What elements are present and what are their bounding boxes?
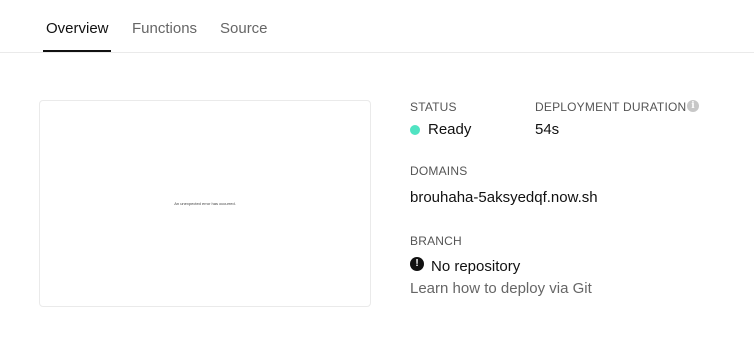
- tab-overview[interactable]: Overview: [46, 19, 109, 39]
- deployment-duration-label: DEPLOYMENT DURATION: [535, 100, 687, 114]
- branch-value: No repository: [431, 258, 521, 275]
- deploy-via-git-link[interactable]: Learn how to deploy via Git: [410, 280, 592, 298]
- tab-functions[interactable]: Functions: [132, 19, 197, 39]
- preview-error-message: An unexpected error has occurred.: [174, 201, 236, 206]
- alert-icon: !: [410, 257, 424, 271]
- branch-label: BRANCH: [410, 234, 462, 248]
- status-indicator-icon: [410, 125, 420, 135]
- domain-link[interactable]: brouhaha-5aksyedqf.now.sh: [410, 189, 598, 207]
- domains-label: DOMAINS: [410, 164, 468, 178]
- status-value: Ready: [428, 121, 472, 138]
- info-icon[interactable]: i: [687, 100, 699, 112]
- deployment-preview[interactable]: An unexpected error has occurred.: [39, 100, 371, 307]
- active-tab-indicator: [43, 50, 111, 52]
- status-label: STATUS: [410, 100, 457, 114]
- deployment-overview-page: Overview Functions Source An unexpected …: [0, 0, 754, 340]
- deployment-duration-value: 54s: [535, 121, 560, 138]
- tab-bar: Overview Functions Source: [0, 0, 754, 53]
- tab-source[interactable]: Source: [220, 19, 268, 39]
